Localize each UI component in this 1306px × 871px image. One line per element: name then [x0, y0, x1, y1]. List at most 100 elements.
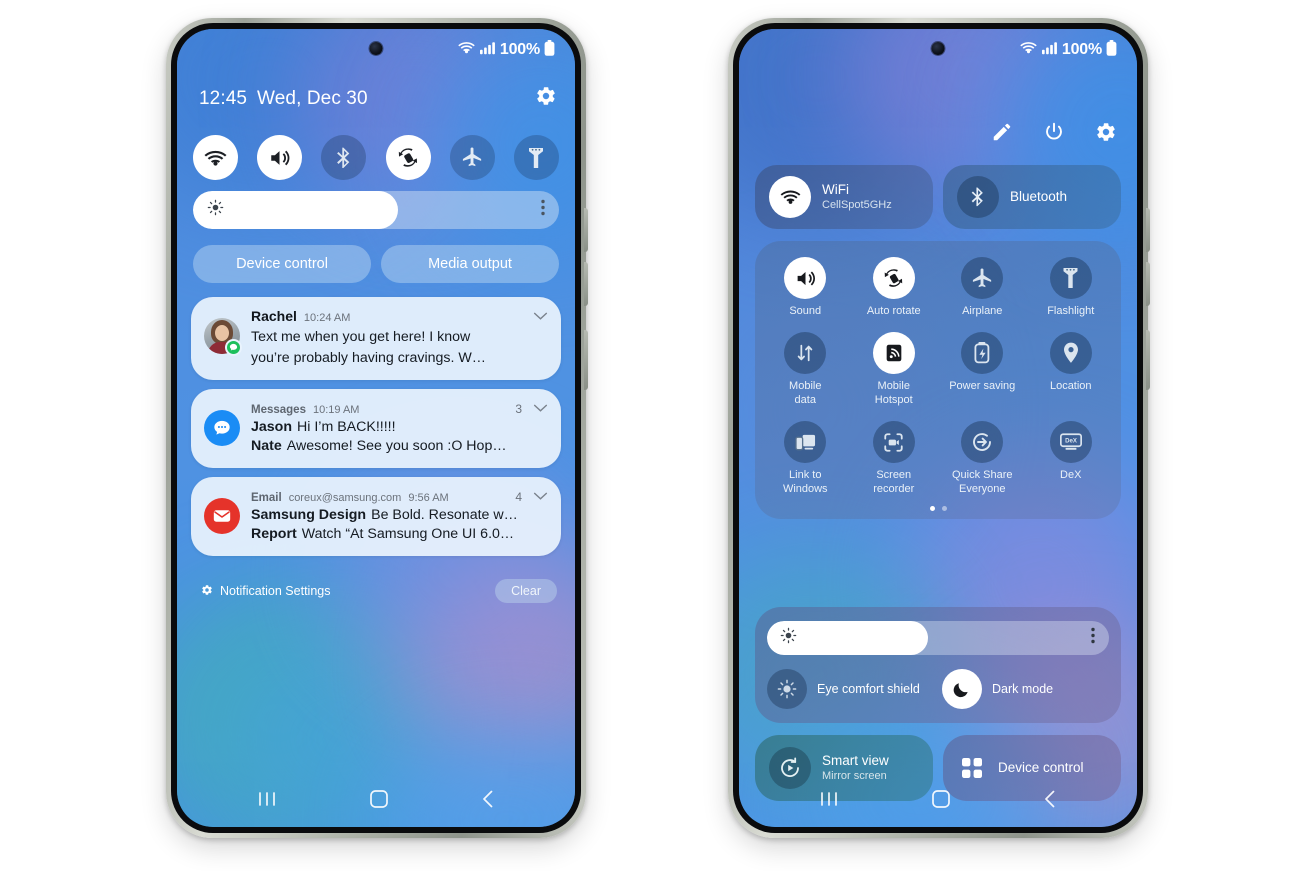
- notification-app-name: Email: [251, 491, 282, 504]
- device-control-text: Device control: [998, 760, 1084, 776]
- bluetooth-card[interactable]: Bluetooth: [943, 165, 1121, 229]
- notification-row-sender: Nate: [251, 437, 282, 454]
- notification-footer: Notification Settings Clear: [201, 579, 557, 603]
- tile-location[interactable]: Location: [1027, 332, 1116, 407]
- back-icon[interactable]: [1042, 789, 1058, 814]
- chevron-down-icon[interactable]: [533, 400, 548, 418]
- moon-icon: [942, 669, 982, 709]
- notification-item[interactable]: Messages 10:19 AM 3 Jason Hi I’m BACK!!!!…: [191, 389, 561, 468]
- eye-comfort-shield-toggle[interactable]: Eye comfort shield: [767, 669, 934, 709]
- notification-row: Samsung Design Be Bold. Resonate w…: [251, 506, 548, 525]
- volume-down-button-left[interactable]: [584, 262, 588, 306]
- tile-label: Airplane: [962, 305, 1003, 317]
- gear-icon[interactable]: [535, 85, 557, 112]
- brightness-track[interactable]: [193, 191, 559, 229]
- tile-screen-recorder[interactable]: Screen recorder: [850, 421, 939, 496]
- tile-dex[interactable]: DeX DeX: [1027, 421, 1116, 496]
- page-dot[interactable]: [941, 506, 947, 512]
- notification-text-line2: you’re probably having cravings. W…: [251, 350, 486, 367]
- notification-row-text: Hi I’m BACK!!!!!: [297, 419, 396, 436]
- shade-pill-row: Device control Media output: [193, 245, 559, 283]
- quick-toggle-sound[interactable]: [257, 135, 303, 180]
- email-icon: [204, 497, 240, 534]
- tile-airplane[interactable]: Airplane: [938, 257, 1027, 318]
- quick-toggle-flashlight[interactable]: [513, 135, 559, 180]
- notification-body: Email coreux@samsung.com 9:56 AM 4 Samsu…: [251, 488, 548, 544]
- quick-toggle-wifi[interactable]: [193, 135, 238, 180]
- recents-icon[interactable]: [256, 790, 278, 813]
- notification-row-sender: Jason: [251, 419, 293, 436]
- tile-label: DeX: [1060, 469, 1082, 482]
- tile-link-to-windows[interactable]: Link to Windows: [761, 421, 850, 496]
- media-output-pill[interactable]: Media output: [381, 245, 559, 283]
- notification-sender: Rachel: [251, 308, 297, 324]
- volume-up-button-left[interactable]: [584, 208, 588, 252]
- chat-bubble-icon: [225, 339, 242, 356]
- navigation-bar-left: [177, 779, 575, 823]
- tile-flashlight[interactable]: Flashlight: [1027, 257, 1116, 318]
- svg-text:DeX: DeX: [1065, 438, 1077, 445]
- notification-settings-button[interactable]: Notification Settings: [201, 584, 330, 599]
- tile-mobile-hotspot[interactable]: Mobile Hotspot: [850, 332, 939, 407]
- smart-view-title: Smart view: [822, 752, 889, 768]
- power-button-left[interactable]: [584, 330, 588, 390]
- person-photo-avatar: [204, 318, 242, 356]
- recents-icon[interactable]: [818, 790, 840, 813]
- brightness-slider-right[interactable]: [767, 621, 1109, 655]
- pencil-icon[interactable]: [991, 121, 1013, 148]
- battery-full-icon: [1106, 39, 1117, 61]
- notification-item[interactable]: Rachel 10:24 AM Text me when you get her…: [191, 297, 561, 381]
- device-control-pill[interactable]: Device control: [193, 245, 371, 283]
- chevron-down-icon[interactable]: [533, 308, 548, 326]
- back-icon[interactable]: [480, 789, 496, 814]
- tile-power-saving[interactable]: Power saving: [938, 332, 1027, 407]
- more-vertical-icon[interactable]: [541, 199, 545, 221]
- wifi-card-title: WiFi: [822, 181, 849, 197]
- battery-full-icon: [544, 39, 555, 61]
- home-icon[interactable]: [931, 789, 951, 814]
- power-icon[interactable]: [1043, 121, 1065, 148]
- gear-icon[interactable]: [1095, 121, 1117, 148]
- volume-down-button-right[interactable]: [1146, 262, 1150, 306]
- more-vertical-icon[interactable]: [1091, 627, 1095, 649]
- notification-address: coreux@samsung.com: [288, 491, 402, 504]
- notification-time: 9:56 AM: [408, 491, 449, 504]
- wifi-card-subtitle: CellSpot5GHz: [822, 198, 892, 211]
- brightness-slider-left[interactable]: [193, 191, 559, 229]
- tile-label: Auto rotate: [866, 305, 921, 317]
- dark-mode-label: Dark mode: [992, 682, 1054, 696]
- tile-auto-rotate[interactable]: Auto rotate: [850, 257, 939, 318]
- airplane-icon: [961, 257, 1004, 299]
- tile-label: Screen recorder: [873, 469, 915, 495]
- notification-time: 10:19 AM: [312, 404, 360, 417]
- dark-mode-toggle[interactable]: Dark mode: [942, 669, 1109, 709]
- tile-mobile-data[interactable]: Mobile data: [761, 332, 850, 407]
- wifi-icon: [769, 176, 811, 218]
- quick-share-icon: [961, 421, 1004, 464]
- wifi-card[interactable]: WiFi CellSpot5GHz: [755, 165, 933, 229]
- quick-toggle-auto-rotate[interactable]: [385, 135, 431, 180]
- notification-row-text: Awesome! See you soon :O Hop…: [286, 437, 507, 454]
- bluetooth-card-title: Bluetooth: [1010, 189, 1068, 205]
- page-dot-active[interactable]: [929, 506, 935, 512]
- shade-header: 12:45 Wed, Dec 30: [199, 85, 557, 112]
- brightness-panel: Eye comfort shield Dark mode: [755, 607, 1121, 723]
- tile-sound[interactable]: Sound: [761, 257, 850, 318]
- hotspot-icon: [872, 332, 915, 375]
- notification-item[interactable]: Email coreux@samsung.com 9:56 AM 4 Samsu…: [191, 476, 561, 556]
- notification-settings-label: Notification Settings: [220, 584, 331, 598]
- volume-up-button-right[interactable]: [1146, 208, 1150, 252]
- quick-toggle-airplane[interactable]: [449, 135, 495, 180]
- tile-quick-share[interactable]: Quick Share Everyone: [938, 421, 1027, 496]
- wifi-icon: [457, 40, 476, 60]
- power-button-right[interactable]: [1146, 330, 1150, 390]
- clear-button[interactable]: Clear: [495, 579, 557, 603]
- flashlight-icon: [1049, 257, 1092, 299]
- quick-toggle-bluetooth[interactable]: [321, 135, 367, 180]
- quick-panel-actions: [991, 121, 1117, 148]
- notification-row: Report Watch “At Samsung One UI 6.0…: [251, 525, 548, 544]
- notification-row: Nate Awesome! See you soon :O Hop…: [251, 437, 548, 456]
- chevron-down-icon[interactable]: [533, 488, 548, 506]
- home-icon[interactable]: [369, 789, 389, 814]
- quick-settings-tile-panel: Sound Auto rotate Airplane Flashlight Mo…: [755, 241, 1121, 520]
